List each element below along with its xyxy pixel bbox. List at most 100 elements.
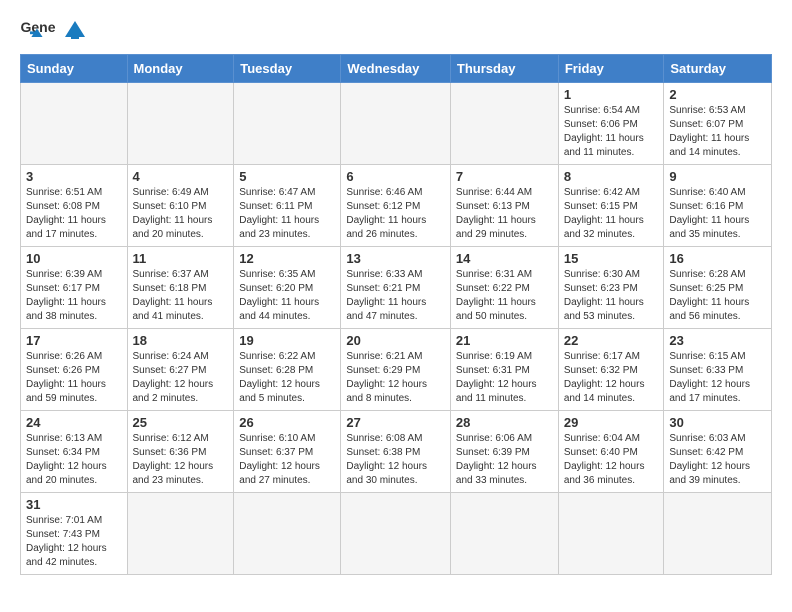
header: General <box>20 16 772 44</box>
day-info: Sunrise: 6:46 AM Sunset: 6:12 PM Dayligh… <box>346 186 445 242</box>
weekday-header-tuesday: Tuesday <box>234 55 341 83</box>
calendar-day-cell <box>558 493 664 575</box>
calendar-week-row: 17 Sunrise: 6:26 AM Sunset: 6:26 PM Dayli… <box>21 329 772 411</box>
calendar-week-row: 31 Sunrise: 7:01 AM Sunset: 7:43 PM Dayli… <box>21 493 772 575</box>
day-info: Sunrise: 6:30 AM Sunset: 6:23 PM Dayligh… <box>564 268 659 324</box>
calendar-day-cell <box>127 493 234 575</box>
day-info: Sunrise: 6:44 AM Sunset: 6:13 PM Dayligh… <box>456 186 553 242</box>
day-info: Sunrise: 6:31 AM Sunset: 6:22 PM Dayligh… <box>456 268 553 324</box>
day-info: Sunrise: 6:51 AM Sunset: 6:08 PM Dayligh… <box>26 186 122 242</box>
day-number: 6 <box>346 169 445 184</box>
day-number: 13 <box>346 251 445 266</box>
calendar-day-cell: 3 Sunrise: 6:51 AM Sunset: 6:08 PM Daylig… <box>21 165 128 247</box>
calendar-day-cell <box>234 493 341 575</box>
calendar-week-row: 1 Sunrise: 6:54 AM Sunset: 6:06 PM Daylig… <box>21 83 772 165</box>
calendar-day-cell: 13 Sunrise: 6:33 AM Sunset: 6:21 PM Dayli… <box>341 247 451 329</box>
calendar-day-cell <box>341 83 451 165</box>
day-number: 10 <box>26 251 122 266</box>
day-number: 22 <box>564 333 659 348</box>
day-number: 16 <box>669 251 766 266</box>
day-info: Sunrise: 6:26 AM Sunset: 6:26 PM Dayligh… <box>26 350 122 406</box>
calendar-day-cell <box>234 83 341 165</box>
calendar-day-cell <box>341 493 451 575</box>
day-info: Sunrise: 6:12 AM Sunset: 6:36 PM Dayligh… <box>133 432 229 488</box>
day-info: Sunrise: 6:39 AM Sunset: 6:17 PM Dayligh… <box>26 268 122 324</box>
calendar-day-cell <box>664 493 772 575</box>
day-info: Sunrise: 6:49 AM Sunset: 6:10 PM Dayligh… <box>133 186 229 242</box>
weekday-header-saturday: Saturday <box>664 55 772 83</box>
day-info: Sunrise: 6:54 AM Sunset: 6:06 PM Dayligh… <box>564 104 659 160</box>
day-number: 27 <box>346 415 445 430</box>
calendar-day-cell: 4Sunrise: 6:49 AM Sunset: 6:10 PM Daylig… <box>127 165 234 247</box>
day-info: Sunrise: 6:35 AM Sunset: 6:20 PM Dayligh… <box>239 268 335 324</box>
day-number: 3 <box>26 169 122 184</box>
calendar-day-cell <box>127 83 234 165</box>
logo-icon: General <box>20 16 56 44</box>
day-info: Sunrise: 6:10 AM Sunset: 6:37 PM Dayligh… <box>239 432 335 488</box>
weekday-header-wednesday: Wednesday <box>341 55 451 83</box>
day-info: Sunrise: 6:28 AM Sunset: 6:25 PM Dayligh… <box>669 268 766 324</box>
day-info: Sunrise: 6:08 AM Sunset: 6:38 PM Dayligh… <box>346 432 445 488</box>
calendar-day-cell: 6 Sunrise: 6:46 AM Sunset: 6:12 PM Daylig… <box>341 165 451 247</box>
day-info: Sunrise: 6:37 AM Sunset: 6:18 PM Dayligh… <box>133 268 229 324</box>
day-info: Sunrise: 6:53 AM Sunset: 6:07 PM Dayligh… <box>669 104 766 160</box>
weekday-header-thursday: Thursday <box>450 55 558 83</box>
calendar-day-cell: 14Sunrise: 6:31 AM Sunset: 6:22 PM Dayli… <box>450 247 558 329</box>
calendar-day-cell <box>450 83 558 165</box>
day-number: 2 <box>669 87 766 102</box>
calendar-day-cell: 18Sunrise: 6:24 AM Sunset: 6:27 PM Dayli… <box>127 329 234 411</box>
day-number: 9 <box>669 169 766 184</box>
calendar-week-row: 3 Sunrise: 6:51 AM Sunset: 6:08 PM Daylig… <box>21 165 772 247</box>
calendar-day-cell: 7 Sunrise: 6:44 AM Sunset: 6:13 PM Daylig… <box>450 165 558 247</box>
calendar-day-cell: 28Sunrise: 6:06 AM Sunset: 6:39 PM Dayli… <box>450 411 558 493</box>
day-number: 19 <box>239 333 335 348</box>
calendar-day-cell: 23Sunrise: 6:15 AM Sunset: 6:33 PM Dayli… <box>664 329 772 411</box>
day-number: 7 <box>456 169 553 184</box>
day-info: Sunrise: 6:15 AM Sunset: 6:33 PM Dayligh… <box>669 350 766 406</box>
calendar-day-cell: 12 Sunrise: 6:35 AM Sunset: 6:20 PM Dayli… <box>234 247 341 329</box>
calendar-day-cell: 26 Sunrise: 6:10 AM Sunset: 6:37 PM Dayli… <box>234 411 341 493</box>
day-number: 5 <box>239 169 335 184</box>
day-info: Sunrise: 6:04 AM Sunset: 6:40 PM Dayligh… <box>564 432 659 488</box>
calendar-day-cell: 29 Sunrise: 6:04 AM Sunset: 6:40 PM Dayli… <box>558 411 664 493</box>
calendar-day-cell: 15 Sunrise: 6:30 AM Sunset: 6:23 PM Dayli… <box>558 247 664 329</box>
day-number: 12 <box>239 251 335 266</box>
day-number: 26 <box>239 415 335 430</box>
day-info: Sunrise: 6:21 AM Sunset: 6:29 PM Dayligh… <box>346 350 445 406</box>
calendar-day-cell: 19Sunrise: 6:22 AM Sunset: 6:28 PM Dayli… <box>234 329 341 411</box>
day-number: 31 <box>26 497 122 512</box>
calendar-day-cell: 8 Sunrise: 6:42 AM Sunset: 6:15 PM Daylig… <box>558 165 664 247</box>
day-info: Sunrise: 6:17 AM Sunset: 6:32 PM Dayligh… <box>564 350 659 406</box>
day-number: 8 <box>564 169 659 184</box>
day-number: 1 <box>564 87 659 102</box>
calendar-day-cell: 16 Sunrise: 6:28 AM Sunset: 6:25 PM Dayli… <box>664 247 772 329</box>
logo-triangle-icon <box>64 19 86 41</box>
calendar-day-cell: 31 Sunrise: 7:01 AM Sunset: 7:43 PM Dayli… <box>21 493 128 575</box>
calendar-day-cell: 27 Sunrise: 6:08 AM Sunset: 6:38 PM Dayli… <box>341 411 451 493</box>
day-number: 29 <box>564 415 659 430</box>
calendar-day-cell: 21Sunrise: 6:19 AM Sunset: 6:31 PM Dayli… <box>450 329 558 411</box>
weekday-header-sunday: Sunday <box>21 55 128 83</box>
calendar-day-cell <box>21 83 128 165</box>
day-number: 20 <box>346 333 445 348</box>
day-number: 30 <box>669 415 766 430</box>
day-info: Sunrise: 6:47 AM Sunset: 6:11 PM Dayligh… <box>239 186 335 242</box>
day-number: 11 <box>133 251 229 266</box>
calendar-day-cell: 17 Sunrise: 6:26 AM Sunset: 6:26 PM Dayli… <box>21 329 128 411</box>
calendar-week-row: 24Sunrise: 6:13 AM Sunset: 6:34 PM Dayli… <box>21 411 772 493</box>
day-info: Sunrise: 6:19 AM Sunset: 6:31 PM Dayligh… <box>456 350 553 406</box>
day-info: Sunrise: 6:06 AM Sunset: 6:39 PM Dayligh… <box>456 432 553 488</box>
calendar-day-cell: 2 Sunrise: 6:53 AM Sunset: 6:07 PM Daylig… <box>664 83 772 165</box>
calendar-day-cell: 10 Sunrise: 6:39 AM Sunset: 6:17 PM Dayli… <box>21 247 128 329</box>
calendar-day-cell: 11 Sunrise: 6:37 AM Sunset: 6:18 PM Dayli… <box>127 247 234 329</box>
day-info: Sunrise: 6:42 AM Sunset: 6:15 PM Dayligh… <box>564 186 659 242</box>
day-info: Sunrise: 6:40 AM Sunset: 6:16 PM Dayligh… <box>669 186 766 242</box>
weekday-header-friday: Friday <box>558 55 664 83</box>
day-number: 18 <box>133 333 229 348</box>
day-number: 25 <box>133 415 229 430</box>
day-number: 15 <box>564 251 659 266</box>
day-info: Sunrise: 7:01 AM Sunset: 7:43 PM Dayligh… <box>26 514 122 570</box>
day-number: 17 <box>26 333 122 348</box>
day-info: Sunrise: 6:33 AM Sunset: 6:21 PM Dayligh… <box>346 268 445 324</box>
calendar-day-cell: 9 Sunrise: 6:40 AM Sunset: 6:16 PM Daylig… <box>664 165 772 247</box>
